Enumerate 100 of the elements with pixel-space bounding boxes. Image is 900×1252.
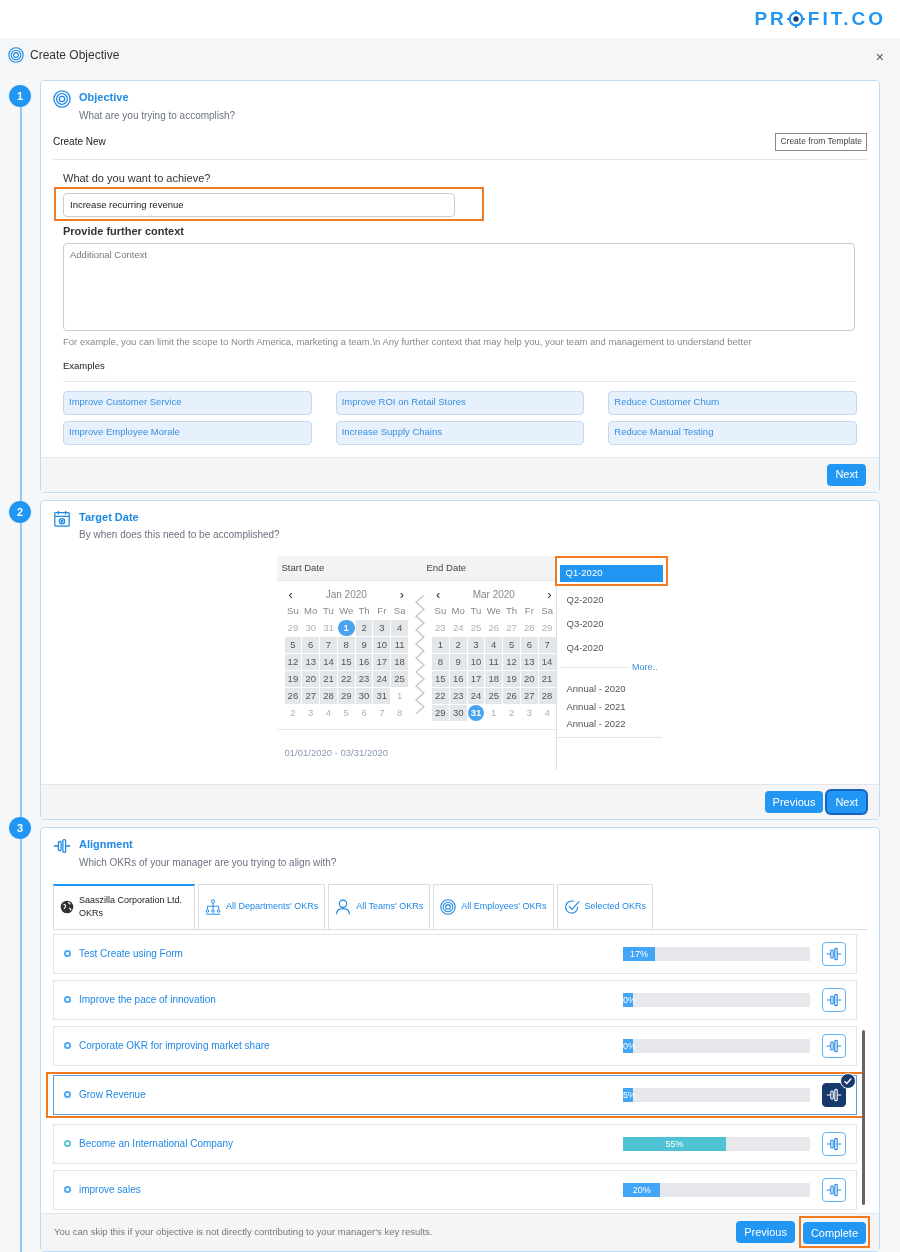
calendar-day[interactable]: 30 xyxy=(355,688,373,704)
calendar-day[interactable]: 19 xyxy=(503,671,520,687)
more-link[interactable]: More.. xyxy=(632,661,658,675)
align-icon xyxy=(53,837,71,856)
period-option[interactable]: Annual - 2020 xyxy=(560,680,658,698)
calendar-day[interactable]: 21 xyxy=(320,671,337,687)
context-textarea[interactable]: Additional Context xyxy=(63,243,855,331)
calendar-day[interactable]: 22 xyxy=(432,688,449,704)
calendar-day[interactable]: 25 xyxy=(485,688,503,704)
section-subtitle: By when does this need to be accomplished? xyxy=(79,528,280,542)
calendar-day[interactable]: 27 xyxy=(520,688,538,704)
calendar-day[interactable]: 21 xyxy=(538,671,556,687)
check-badge-icon xyxy=(840,1072,856,1089)
calendar-day[interactable]: 6 xyxy=(302,637,320,653)
next-month-button[interactable]: › xyxy=(547,587,552,601)
weekday-label: Su xyxy=(433,604,448,618)
calendar-day[interactable]: 5 xyxy=(284,637,302,653)
calendar-day[interactable]: 20 xyxy=(520,671,538,687)
okr-tab[interactable]: All Employees' OKRs xyxy=(433,883,554,929)
calendar-day[interactable]: 7 xyxy=(538,637,556,653)
calendar-day[interactable]: 14 xyxy=(538,654,556,670)
previous-month-button[interactable]: ‹ xyxy=(288,587,293,601)
section-title: Objective xyxy=(79,90,130,105)
okr-tab[interactable]: Saaszilla Corporation Ltd. OKRs xyxy=(53,883,195,929)
calendar-day[interactable]: 20 xyxy=(302,671,320,687)
calendar-day[interactable]: 4 xyxy=(485,637,503,653)
weekday-label: Th xyxy=(505,604,519,618)
calendar-day[interactable]: 10 xyxy=(467,654,485,670)
calendar-day[interactable]: 11 xyxy=(485,654,503,670)
calendar-day[interactable]: 2 xyxy=(449,637,467,653)
calendar-day[interactable]: 8 xyxy=(337,637,355,653)
calendar-day[interactable]: 28 xyxy=(538,688,556,704)
weekday-label: Tu xyxy=(469,604,483,618)
calendar-day[interactable]: 9 xyxy=(449,654,467,670)
calendar-day[interactable]: 4 xyxy=(391,620,408,636)
calendar-day[interactable]: 5 xyxy=(503,637,520,653)
calendar-day[interactable]: 18 xyxy=(391,654,408,670)
period-option[interactable]: Q2-2020 xyxy=(560,591,658,609)
calendar-day[interactable]: 17 xyxy=(373,654,391,670)
calendar-day[interactable]: 26 xyxy=(503,688,520,704)
calendar-day[interactable]: 28 xyxy=(320,688,337,704)
close-button[interactable]: × xyxy=(875,46,884,68)
calendar-day[interactable]: 25 xyxy=(391,671,408,687)
calendar-day[interactable]: 24 xyxy=(373,671,391,687)
calendar-day[interactable]: 23 xyxy=(355,671,373,687)
calendar-day[interactable]: 16 xyxy=(449,671,467,687)
target-icon xyxy=(8,47,24,63)
calendar-day[interactable]: 16 xyxy=(355,654,373,670)
period-option[interactable]: Q3-2020 xyxy=(560,615,658,633)
calendar-day[interactable]: 14 xyxy=(320,654,337,670)
okr-tab[interactable]: All Teams' OKRs xyxy=(328,883,431,929)
calendar-day[interactable]: 2 xyxy=(355,620,373,636)
period-option[interactable]: Q4-2020 xyxy=(560,639,658,657)
target-icon xyxy=(440,898,457,915)
calendar-day[interactable]: 13 xyxy=(520,654,538,670)
calendar-day[interactable]: 3 xyxy=(467,637,485,653)
calendar-day[interactable]: 13 xyxy=(302,654,320,670)
calendar-day[interactable]: 10 xyxy=(373,637,391,653)
calendar-day[interactable]: 17 xyxy=(467,671,485,687)
okr-tab[interactable]: Selected OKRs xyxy=(556,883,654,929)
okr-tab[interactable]: All Departments' OKRs xyxy=(198,883,326,929)
calendar-day[interactable]: 11 xyxy=(391,637,408,653)
calendar-day[interactable]: 9 xyxy=(355,637,373,653)
calendar-day[interactable]: 29 xyxy=(337,688,355,704)
calendar-day[interactable]: 8 xyxy=(432,654,449,670)
calendar-day[interactable]: 1 xyxy=(432,637,449,653)
okr-row[interactable]: Test Create using Form 17% xyxy=(53,933,857,974)
period-option[interactable]: Annual - 2021 xyxy=(560,698,658,716)
calendar-day[interactable]: 19 xyxy=(284,671,302,687)
calendar-day[interactable]: 26 xyxy=(284,688,302,704)
calendar-day[interactable]: 15 xyxy=(432,671,449,687)
create-new-label: Create New xyxy=(53,135,106,149)
next-month-button[interactable]: › xyxy=(399,587,405,601)
previous-month-button[interactable]: ‹ xyxy=(436,587,441,601)
calendar-day[interactable]: 7 xyxy=(320,637,337,653)
progress-label: 17% xyxy=(628,947,649,961)
calendar-day[interactable]: 6 xyxy=(520,637,538,653)
okr-row[interactable]: Become an International Company 55% xyxy=(53,1123,857,1164)
okr-row[interactable]: improve sales 20% xyxy=(53,1169,857,1210)
calendar-day[interactable]: 12 xyxy=(503,654,520,670)
calendar-day[interactable]: 23 xyxy=(449,688,467,704)
calendar-day[interactable]: 15 xyxy=(337,654,355,670)
align-button[interactable] xyxy=(822,1082,846,1107)
calendar-day[interactable]: 30 xyxy=(449,705,467,721)
step-number: 2 xyxy=(9,501,31,523)
calendar-day[interactable]: 18 xyxy=(485,671,503,687)
calendar-day[interactable]: 12 xyxy=(284,654,302,670)
calendar-day[interactable]: 22 xyxy=(337,671,355,687)
end-date-label: End Date xyxy=(426,560,467,575)
calendar-day[interactable]: 31 xyxy=(373,688,391,704)
calendar-day[interactable]: 3 xyxy=(373,620,391,636)
goal-input[interactable]: Increase recurring revenue xyxy=(63,192,455,217)
weekday-label: Tu xyxy=(322,604,335,618)
calendar-day[interactable]: 27 xyxy=(302,688,320,704)
calendar-day[interactable]: 24 xyxy=(467,688,485,704)
calendar-day[interactable]: 29 xyxy=(432,705,449,721)
period-option[interactable]: Annual - 2022 xyxy=(560,715,658,733)
create-from-template-button[interactable]: Create from Template xyxy=(775,132,867,151)
check-circle-icon xyxy=(563,898,580,915)
align-icon xyxy=(826,1086,842,1103)
